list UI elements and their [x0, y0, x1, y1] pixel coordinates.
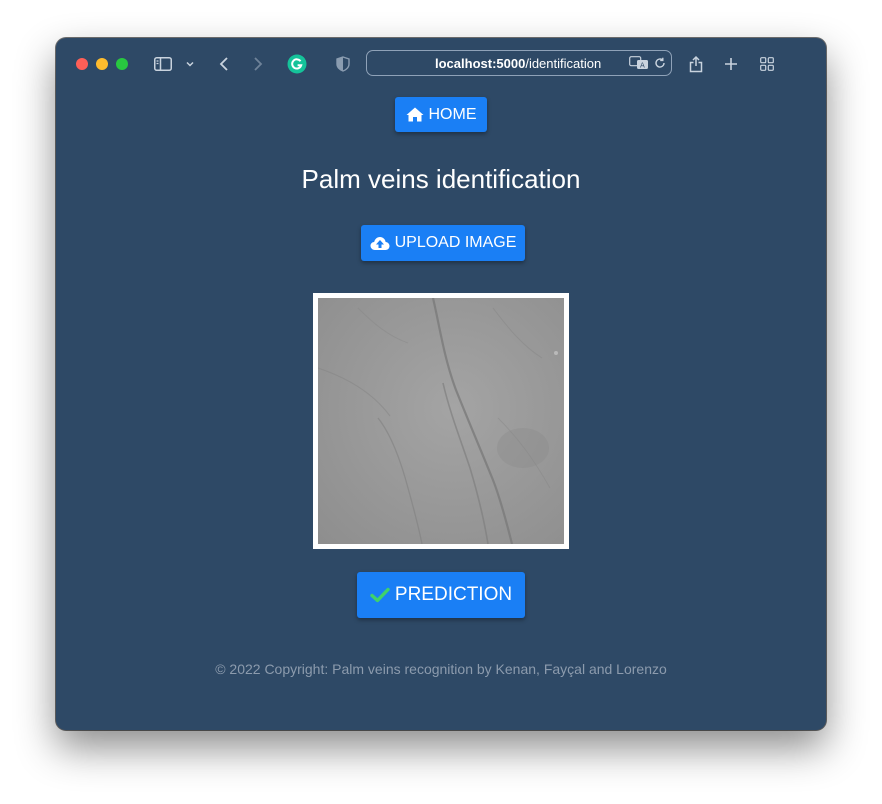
cloud-upload-icon: [370, 236, 390, 250]
upload-image-button[interactable]: UPLOAD IMAGE: [361, 225, 525, 261]
browser-toolbar: localhost:5000/identification A: [56, 38, 826, 90]
forward-icon[interactable]: [250, 54, 266, 74]
upload-button-label: UPLOAD IMAGE: [394, 234, 517, 251]
browser-window: localhost:5000/identification A HOME Pal…: [56, 38, 826, 730]
home-icon: [406, 107, 423, 122]
check-icon: [370, 587, 390, 603]
uploaded-palm-image: [313, 293, 569, 549]
prediction-button-label: PREDICTION: [394, 584, 513, 605]
minimize-window-button[interactable]: [96, 58, 108, 70]
translate-icon[interactable]: A: [629, 55, 649, 71]
close-window-button[interactable]: [76, 58, 88, 70]
sidebar-icon[interactable]: [153, 54, 173, 74]
svg-text:A: A: [640, 62, 645, 70]
new-tab-icon[interactable]: [722, 54, 740, 74]
chevron-down-icon[interactable]: [184, 54, 196, 74]
home-button-label: HOME: [428, 105, 477, 123]
zoom-window-button[interactable]: [116, 58, 128, 70]
page-title: Palm veins identification: [301, 164, 581, 194]
share-icon[interactable]: [687, 54, 705, 74]
page-content: HOME Palm veins identification UPLOAD IM…: [56, 90, 826, 730]
shield-icon[interactable]: [334, 54, 352, 74]
tab-overview-icon[interactable]: [758, 54, 776, 74]
grammarly-icon[interactable]: [287, 54, 307, 74]
url-text: localhost:5000/identification: [435, 56, 602, 71]
back-icon[interactable]: [216, 54, 232, 74]
reload-icon[interactable]: [653, 56, 667, 70]
address-bar[interactable]: localhost:5000/identification A: [366, 50, 672, 76]
home-button[interactable]: HOME: [395, 97, 487, 132]
footer-copyright: © 2022 Copyright: Palm veins recognition…: [215, 661, 667, 677]
prediction-button[interactable]: PREDICTION: [357, 572, 525, 618]
